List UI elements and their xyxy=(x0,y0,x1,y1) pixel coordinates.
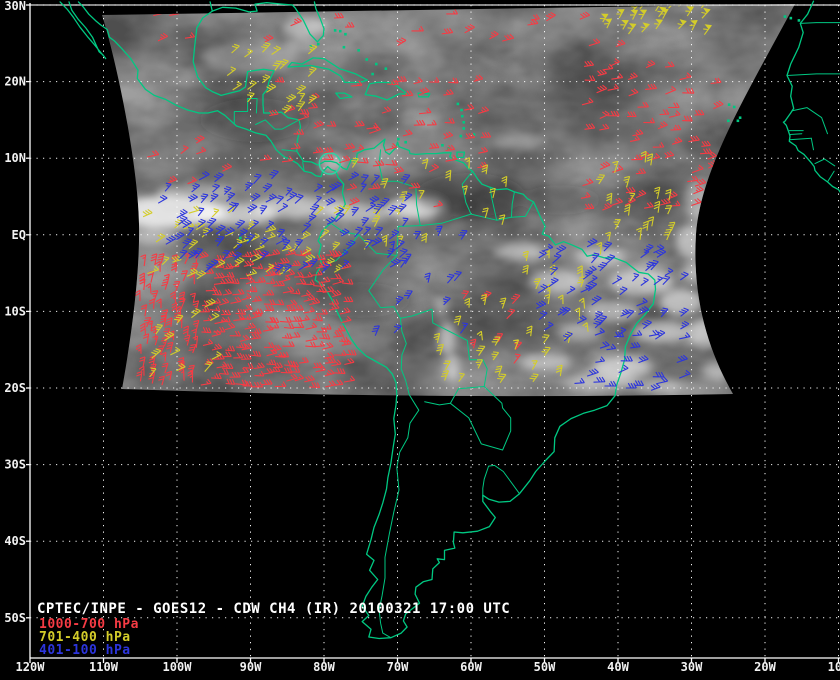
lon-tick-label: 90W xyxy=(240,660,262,674)
lon-tick-label: 110W xyxy=(89,660,119,674)
lon-tick-label: 100W xyxy=(163,660,193,674)
lon-tick-label: 120W xyxy=(16,660,46,674)
lat-tick-label: 30S xyxy=(4,458,26,472)
lat-tick-label: 10N xyxy=(4,151,26,165)
legend-item-high-level: 401-100 hPa xyxy=(39,643,131,658)
lon-tick-label: 40W xyxy=(607,660,629,674)
product-title: CPTEC/INPE - GOES12 - CDW CH4 (IR) 20100… xyxy=(37,601,511,617)
lat-tick-label: 20S xyxy=(4,381,26,395)
lon-tick-label: 30W xyxy=(681,660,703,674)
lat-tick-label: 20N xyxy=(4,75,26,89)
lat-tick-label: EQ xyxy=(12,228,26,242)
lon-tick-label: 20W xyxy=(754,660,776,674)
lat-tick-label: 10S xyxy=(4,304,26,318)
lon-tick-label: 10W xyxy=(828,660,840,674)
lat-tick-label: 50S xyxy=(4,611,26,625)
lon-tick-label: 80W xyxy=(313,660,335,674)
lon-tick-label: 60W xyxy=(460,660,482,674)
lon-tick-label: 70W xyxy=(387,660,409,674)
lon-tick-label: 50W xyxy=(534,660,556,674)
satellite-wind-product-window: 120W 110W 100W 90W 80W 70W 60W 50W 40W 30W 20W 10W 3… xyxy=(0,0,840,680)
map-canvas: 120W 110W 100W 90W 80W 70W 60W 50W 40W 30W 20W 10W 3… xyxy=(4,0,840,674)
lat-tick-label: 30N xyxy=(4,0,26,13)
lat-tick-label: 40S xyxy=(4,534,26,548)
